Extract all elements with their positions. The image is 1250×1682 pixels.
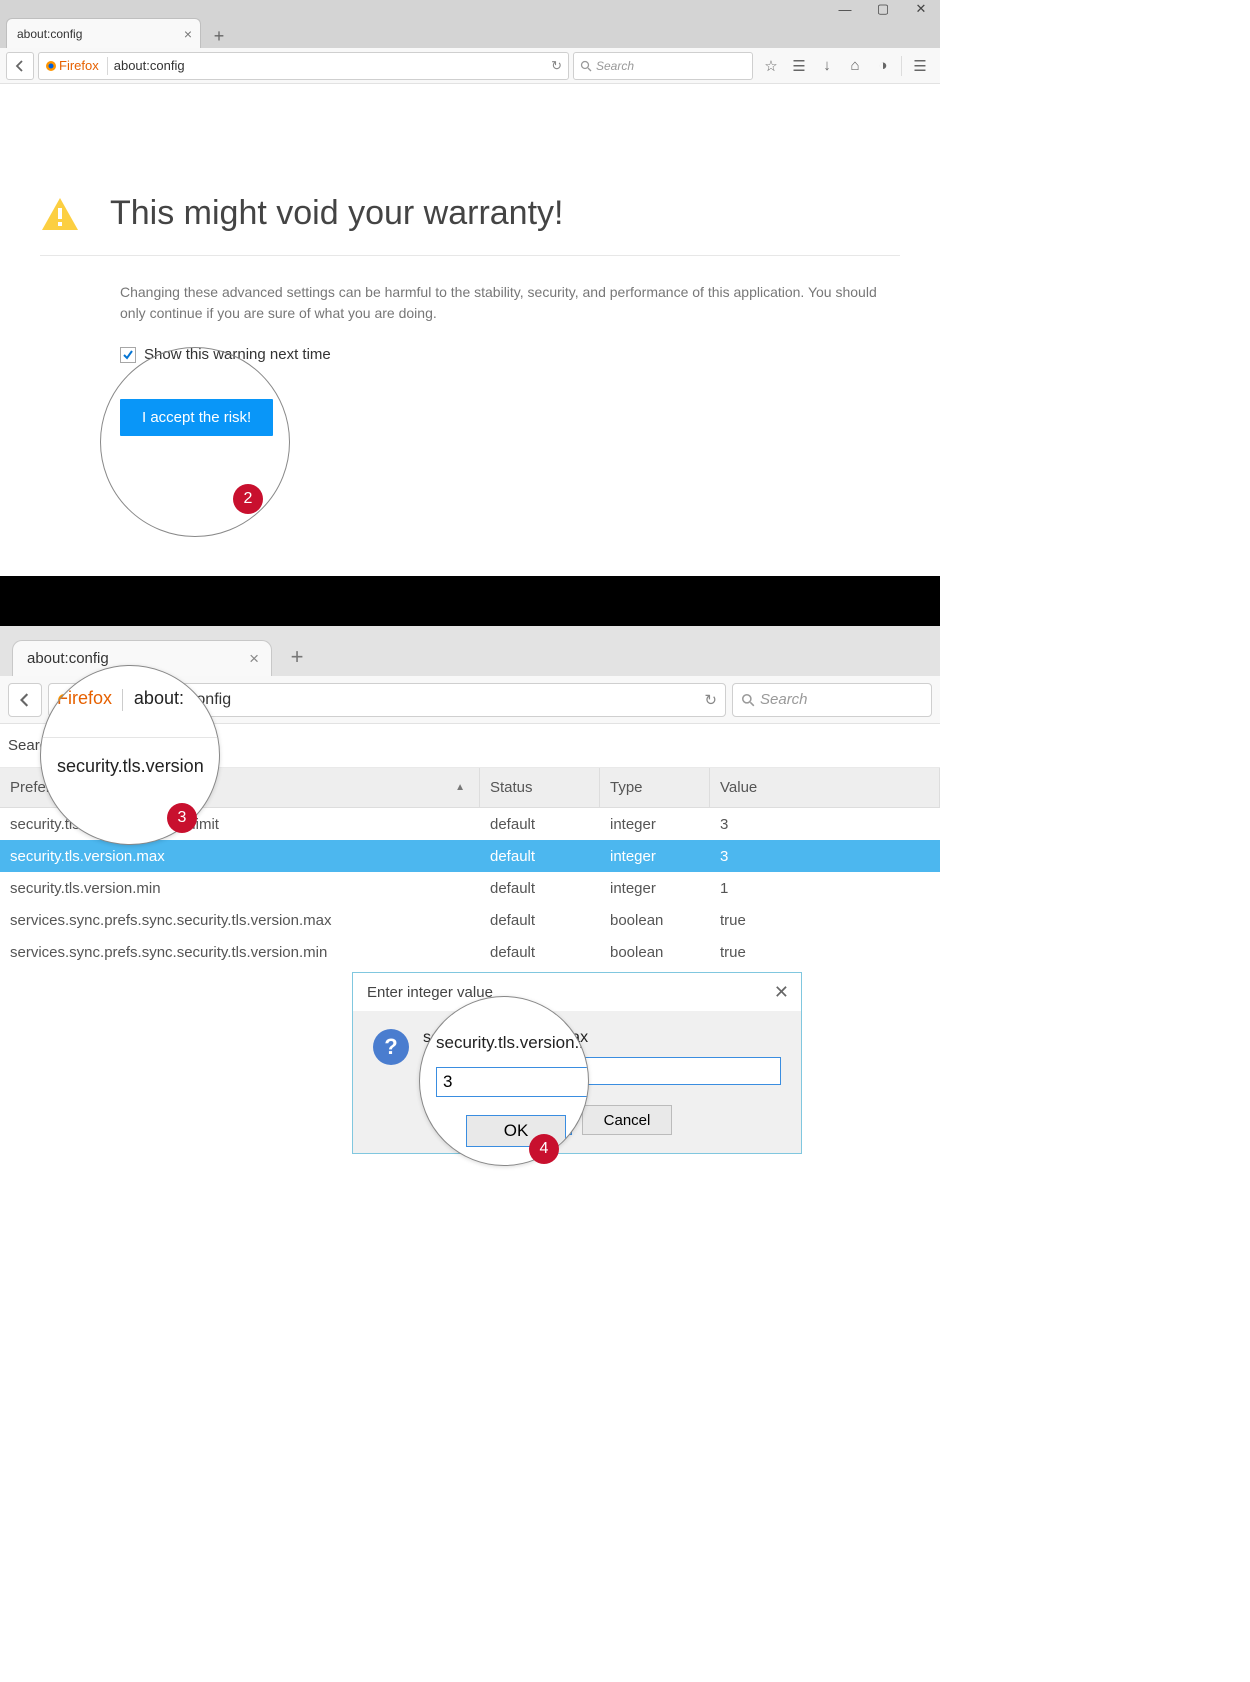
tab-title: about:config bbox=[17, 27, 82, 41]
close-button[interactable]: ✕ bbox=[902, 0, 940, 18]
checkbox-label: Show this warning next time bbox=[144, 346, 331, 363]
warning-body: Changing these advanced settings can be … bbox=[120, 282, 880, 324]
cell-type: boolean bbox=[600, 944, 710, 961]
star-icon[interactable]: ☆ bbox=[761, 57, 781, 75]
table-row[interactable]: services.sync.prefs.sync.security.tls.ve… bbox=[0, 904, 940, 936]
new-tab-button[interactable]: + bbox=[205, 24, 233, 48]
cell-value: 3 bbox=[710, 816, 940, 833]
warning-header: This might void your warranty! bbox=[40, 194, 900, 256]
checkbox-icon[interactable] bbox=[120, 347, 136, 363]
tab-strip: about:config × + bbox=[0, 18, 940, 48]
pocket-icon[interactable]: ◑ bbox=[873, 57, 893, 74]
step-badge-4: 4 bbox=[529, 1134, 559, 1164]
separator bbox=[122, 689, 123, 711]
cell-name: security.tls.version.max bbox=[0, 848, 480, 865]
dialog-title: Enter integer value bbox=[367, 984, 493, 1001]
step-badge-3: 3 bbox=[167, 803, 197, 833]
cell-type: integer bbox=[600, 848, 710, 865]
window-2: about:config × + Firefox about:config ↻ … bbox=[0, 626, 940, 1228]
magnifier-dialog: security.tls.version.max 3 OK bbox=[419, 996, 589, 1166]
mag-search-value: security.tls.version bbox=[57, 756, 203, 777]
search-icon bbox=[580, 60, 592, 72]
search-placeholder: Search bbox=[596, 59, 634, 73]
window-controls: — ▢ ✕ bbox=[826, 0, 940, 18]
show-warning-checkbox-row[interactable]: Show this warning next time bbox=[120, 346, 900, 363]
separator bbox=[901, 56, 902, 76]
search-placeholder: Search bbox=[760, 691, 808, 708]
cell-type: integer bbox=[600, 880, 710, 897]
cell-status: default bbox=[480, 880, 600, 897]
menu-icon[interactable]: ☰ bbox=[910, 57, 930, 75]
library-icon[interactable]: ☰ bbox=[789, 57, 809, 75]
cell-name: services.sync.prefs.sync.security.tls.ve… bbox=[0, 912, 480, 929]
page-content: This might void your warranty! Changing … bbox=[0, 84, 940, 576]
cell-value: true bbox=[710, 912, 940, 929]
navigation-toolbar: Firefox about:config ↻ Search ☆ ☰ ↓ ⌂ ◑ … bbox=[0, 48, 940, 84]
cell-value: 1 bbox=[710, 880, 940, 897]
warning-icon bbox=[40, 196, 80, 232]
table-row[interactable]: security.tls.version.maxdefaultinteger3 bbox=[0, 840, 940, 872]
cell-status: default bbox=[480, 912, 600, 929]
search-icon bbox=[741, 693, 755, 707]
home-icon[interactable]: ⌂ bbox=[845, 57, 865, 74]
reload-icon[interactable]: ↻ bbox=[704, 691, 717, 709]
step-badge-2: 2 bbox=[233, 484, 263, 514]
window-1: — ▢ ✕ about:config × + Firefox about:con… bbox=[0, 0, 940, 576]
separator bbox=[107, 57, 108, 75]
tab-close-icon[interactable]: × bbox=[249, 649, 259, 669]
col-type[interactable]: Type bbox=[600, 768, 710, 807]
tab-title: about:config bbox=[27, 650, 109, 667]
identity-box[interactable]: Firefox bbox=[45, 58, 99, 73]
col-value[interactable]: Value bbox=[710, 768, 940, 807]
search-bar[interactable]: Search bbox=[732, 683, 932, 717]
tab-close-icon[interactable]: × bbox=[184, 26, 192, 42]
url-bar[interactable]: Firefox about:config ↻ bbox=[38, 52, 569, 80]
cell-name: security.tls.version.min bbox=[0, 880, 480, 897]
separator bbox=[41, 737, 219, 738]
cancel-button[interactable]: Cancel bbox=[582, 1105, 672, 1135]
titlebar: — ▢ ✕ bbox=[0, 0, 940, 18]
active-tab[interactable]: about:config × bbox=[6, 18, 201, 48]
cell-name: services.sync.prefs.sync.security.tls.ve… bbox=[0, 944, 480, 961]
divider-black bbox=[0, 576, 940, 626]
cell-status: default bbox=[480, 848, 600, 865]
maximize-button[interactable]: ▢ bbox=[864, 0, 902, 18]
magnifier-ring-2 bbox=[100, 347, 290, 537]
cell-status: default bbox=[480, 944, 600, 961]
new-tab-button[interactable]: + bbox=[282, 642, 312, 672]
table-row[interactable]: security.tls.version.mindefaultinteger1 bbox=[0, 872, 940, 904]
cell-value: true bbox=[710, 944, 940, 961]
cell-type: integer bbox=[600, 816, 710, 833]
dialog-close-icon[interactable]: ✕ bbox=[774, 982, 789, 1003]
url-text: about:config bbox=[114, 58, 185, 73]
cell-value: 3 bbox=[710, 848, 940, 865]
col-status[interactable]: Status bbox=[480, 768, 600, 807]
reload-icon[interactable]: ↻ bbox=[551, 58, 562, 74]
accept-risk-button[interactable]: I accept the risk! bbox=[120, 399, 273, 436]
cell-status: default bbox=[480, 816, 600, 833]
minimize-button[interactable]: — bbox=[826, 0, 864, 18]
table-row[interactable]: services.sync.prefs.sync.security.tls.ve… bbox=[0, 936, 940, 968]
back-button[interactable] bbox=[6, 52, 34, 80]
mag-about-label: about: bbox=[134, 688, 184, 708]
back-button[interactable] bbox=[8, 683, 42, 717]
search-bar[interactable]: Search bbox=[573, 52, 753, 80]
question-icon: ? bbox=[373, 1029, 409, 1065]
download-icon[interactable]: ↓ bbox=[817, 57, 837, 74]
toolbar-icons: ☆ ☰ ↓ ⌂ ◑ ☰ bbox=[757, 56, 934, 76]
dialog-title-bar: Enter integer value ✕ bbox=[353, 973, 801, 1011]
mag-firefox-label: Firefox bbox=[57, 688, 112, 709]
sort-asc-icon: ▲ bbox=[455, 782, 465, 793]
firefox-icon bbox=[45, 60, 57, 72]
mag-dialog-input: 3 bbox=[436, 1067, 589, 1097]
mag-dialog-label: security.tls.version.max bbox=[436, 1033, 572, 1053]
cell-type: boolean bbox=[600, 912, 710, 929]
warning-title: This might void your warranty! bbox=[110, 194, 564, 233]
